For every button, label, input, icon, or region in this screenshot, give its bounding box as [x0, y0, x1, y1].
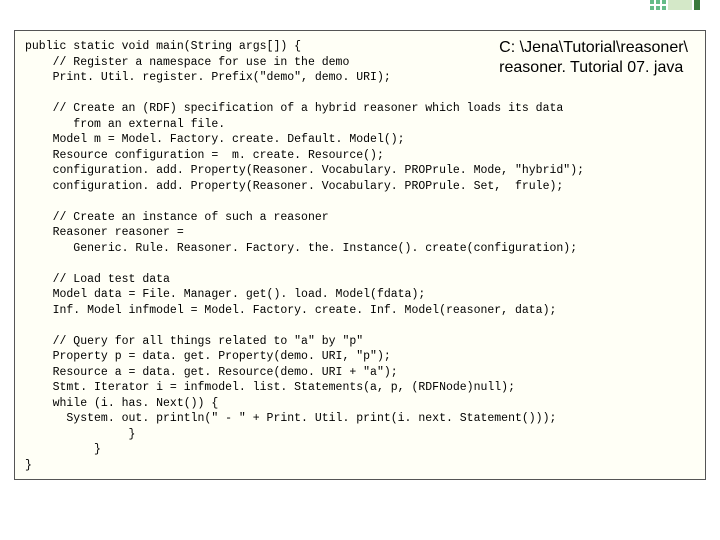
decor-bar-dark	[694, 0, 700, 10]
code-block: public static void main(String args[]) {…	[14, 30, 706, 480]
file-path-label: C: \Jena\Tutorial\reasoner\ reasoner. Tu…	[497, 38, 690, 78]
slide-decoration	[650, 0, 700, 10]
file-path-line1: C: \Jena\Tutorial\reasoner\	[499, 38, 688, 58]
dot-grid	[650, 0, 666, 10]
decor-bar-light	[668, 0, 692, 10]
file-path-line2: reasoner. Tutorial 07. java	[499, 58, 688, 78]
